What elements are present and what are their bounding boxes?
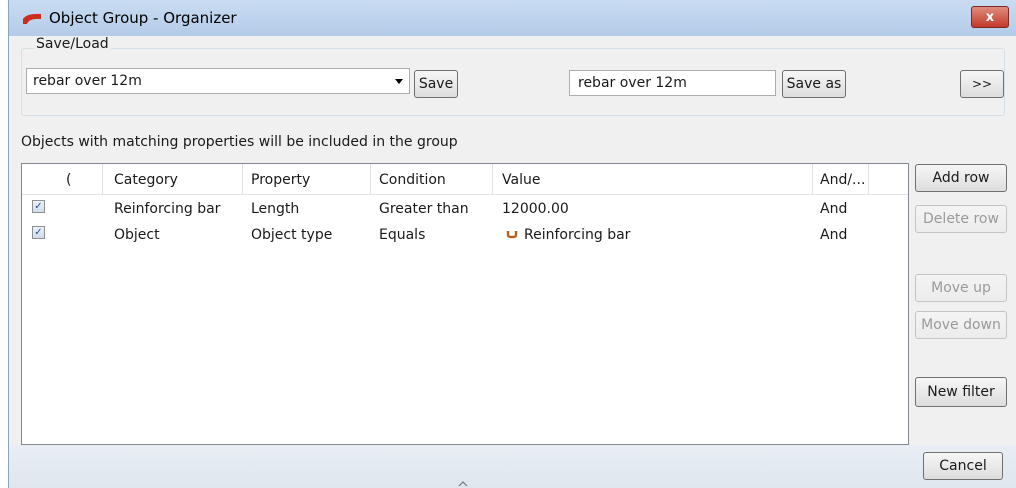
window-title: Object Group - Organizer (49, 9, 237, 27)
row-category[interactable]: Object (114, 227, 160, 243)
move-up-button[interactable]: Move up (915, 274, 1007, 302)
resize-grip-icon[interactable] (457, 480, 469, 488)
save-button[interactable]: Save (414, 70, 458, 98)
bottom-bar (9, 445, 1016, 488)
close-button[interactable]: x (971, 6, 1009, 28)
move-down-button[interactable]: Move down (915, 311, 1007, 339)
col-header-condition[interactable]: Condition (379, 172, 446, 188)
table-row[interactable]: ✓ Reinforcing bar Length Greater than 12… (22, 195, 908, 221)
col-header-property[interactable]: Property (251, 172, 310, 188)
row-value[interactable]: 12000.00 (502, 201, 569, 217)
dialog-body: Save/Load rebar over 12m Save rebar over… (9, 36, 1016, 488)
column-divider[interactable] (242, 164, 243, 194)
saved-group-dropdown[interactable]: rebar over 12m (26, 68, 410, 94)
dialog-window: Object Group - Organizer x Save/Load reb… (8, 0, 1016, 488)
row-and-or[interactable]: And (820, 201, 847, 217)
row-enabled-checkbox[interactable]: ✓ (32, 226, 45, 239)
close-icon: x (985, 9, 995, 25)
filter-hint: Objects with matching properties will be… (21, 134, 458, 150)
col-header-and-or[interactable]: And/... (820, 172, 865, 188)
row-enabled-checkbox[interactable]: ✓ (32, 200, 45, 213)
save-as-name-value: rebar over 12m (578, 75, 687, 91)
filter-grid: ( Category Property Condition Value And/… (21, 163, 909, 445)
organizer-icon (23, 13, 41, 24)
row-property[interactable]: Length (251, 201, 299, 217)
expand-button[interactable]: >> (960, 70, 1004, 98)
column-divider[interactable] (812, 164, 813, 194)
col-header-paren[interactable]: ( (66, 172, 71, 188)
cancel-button[interactable]: Cancel (923, 452, 1003, 480)
save-load-legend: Save/Load (34, 36, 111, 52)
new-filter-button[interactable]: New filter (915, 377, 1007, 407)
rebar-icon (506, 231, 518, 239)
column-divider[interactable] (370, 164, 371, 194)
save-as-button[interactable]: Save as (782, 70, 846, 98)
save-as-name-input[interactable]: rebar over 12m (569, 70, 776, 96)
row-condition[interactable]: Greater than (379, 201, 469, 217)
add-row-button[interactable]: Add row (915, 164, 1007, 192)
table-row[interactable]: ✓ Object Object type Equals Reinforcing … (22, 221, 908, 247)
row-value: Reinforcing bar (524, 227, 631, 243)
row-category[interactable]: Reinforcing bar (114, 201, 220, 217)
row-condition[interactable]: Equals (379, 227, 425, 243)
column-divider[interactable] (868, 164, 869, 194)
row-value-cell[interactable]: Reinforcing bar (506, 227, 630, 243)
column-divider[interactable] (102, 164, 103, 194)
dropdown-arrow-icon (395, 79, 403, 84)
row-and-or[interactable]: And (820, 227, 847, 243)
saved-group-value: rebar over 12m (33, 73, 142, 89)
row-property[interactable]: Object type (251, 227, 332, 243)
col-header-value[interactable]: Value (502, 172, 540, 188)
delete-row-button[interactable]: Delete row (915, 205, 1007, 233)
col-header-category[interactable]: Category (114, 172, 178, 188)
column-divider[interactable] (492, 164, 493, 194)
grid-header: ( Category Property Condition Value And/… (22, 164, 908, 195)
title-bar[interactable]: Object Group - Organizer x (9, 0, 1016, 36)
